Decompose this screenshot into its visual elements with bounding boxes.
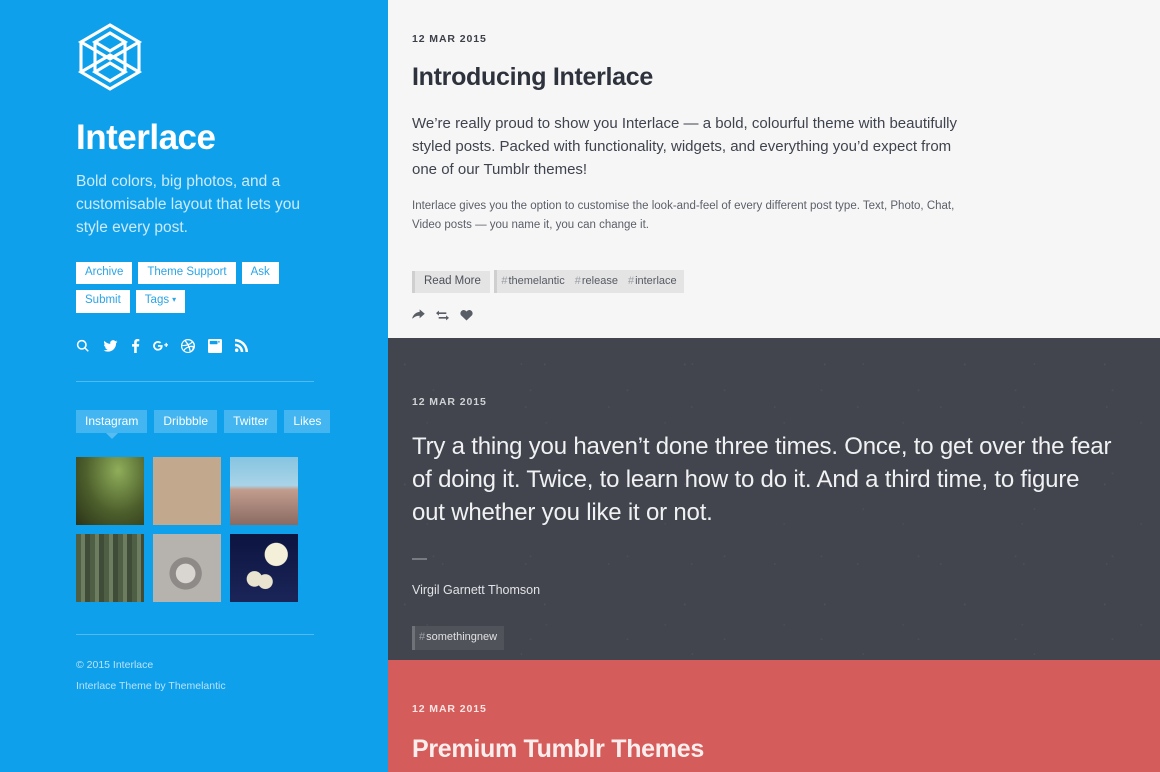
- nav-label: Archive: [85, 265, 124, 278]
- photo-thumbnail[interactable]: [230, 533, 298, 602]
- post-title[interactable]: Introducing Interlace: [412, 63, 1123, 92]
- post-actions: [412, 309, 1123, 321]
- share-icon[interactable]: [412, 309, 425, 321]
- post-date: 12 MAR 2015: [412, 703, 487, 715]
- hash-icon: #: [501, 274, 508, 287]
- sidebar-divider-top: [76, 380, 314, 382]
- theme-credit-text: Interlace Theme by Themelantic: [76, 679, 226, 692]
- tag-label: somethingnew: [426, 631, 498, 644]
- site-title: Interlace: [76, 118, 216, 157]
- facebook-icon[interactable]: [131, 338, 140, 353]
- sidebar-divider-bottom: [76, 633, 314, 635]
- tag-label: interlace: [635, 274, 677, 287]
- post-tags: #themelantic #release #interlace: [494, 269, 684, 293]
- sidebar: Interlace Bold colors, big photos, and a…: [0, 0, 388, 772]
- post-sub-paragraph: Interlace gives you the option to custom…: [412, 200, 955, 231]
- photo-thumbnail[interactable]: [76, 456, 144, 525]
- photo-thumbnail[interactable]: [76, 533, 144, 602]
- hash-icon: #: [574, 274, 581, 287]
- post-date: 12 MAR 2015: [412, 396, 487, 408]
- tab-twitter[interactable]: Twitter: [224, 409, 278, 433]
- instagram-icon[interactable]: [208, 338, 222, 353]
- nav-button-submit[interactable]: Submit: [76, 290, 130, 313]
- site-description: Bold colors, big photos, and a customisa…: [76, 172, 301, 236]
- tab-dribbble[interactable]: Dribbble: [154, 409, 218, 433]
- tag-item[interactable]: #interlace: [628, 274, 677, 288]
- post-date: 12 MAR 2015: [412, 33, 487, 45]
- reblog-icon[interactable]: [436, 310, 449, 321]
- interlace-hexagon-logo-icon: [76, 22, 144, 92]
- google-plus-icon[interactable]: [153, 339, 168, 353]
- tab-likes[interactable]: Likes: [284, 409, 331, 433]
- search-icon[interactable]: [76, 339, 90, 353]
- quote-text: Try a thing you haven’t done three times…: [412, 433, 1112, 527]
- photo-thumbnail[interactable]: [230, 456, 298, 525]
- post-quote: 12 MAR 2015 Try a thing you haven’t done…: [388, 338, 1160, 678]
- nav-label: Ask: [250, 265, 270, 278]
- tag-label: themelantic: [508, 274, 565, 287]
- tag-label: release: [581, 274, 618, 287]
- post-red: 12 MAR 2015 Premium Tumblr Themes: [388, 660, 1160, 772]
- post-lead-paragraph: We’re really proud to show you Interlace…: [412, 115, 958, 178]
- twitter-icon[interactable]: [103, 339, 118, 353]
- post-tags: #somethingnew: [412, 626, 505, 650]
- chevron-down-icon: ▾: [172, 295, 177, 305]
- copyright-text: © 2015 Interlace: [76, 658, 154, 671]
- tag-item[interactable]: #release: [575, 274, 618, 288]
- rss-icon[interactable]: [235, 339, 248, 353]
- sidebar-footer: © 2015 Interlace Interlace Theme by Them…: [76, 655, 314, 697]
- quote-source: Virgil Garnett Thomson: [412, 583, 541, 598]
- social-links: [76, 338, 314, 353]
- tab-instagram[interactable]: Instagram: [76, 409, 148, 433]
- nav-button-theme-support[interactable]: Theme Support: [138, 261, 236, 285]
- widget-tabs: Instagram Dribbble Twitter Likes: [76, 409, 331, 433]
- nav-button-ask[interactable]: Ask: [241, 261, 279, 285]
- tag-item[interactable]: #somethingnew: [419, 630, 497, 644]
- photo-grid: [76, 456, 314, 602]
- nav-button-tags[interactable]: Tags ▾: [135, 290, 186, 313]
- nav-button-archive[interactable]: Archive: [76, 261, 133, 285]
- tag-item[interactable]: #themelantic: [501, 274, 564, 288]
- heart-icon[interactable]: [460, 309, 473, 321]
- read-more-button[interactable]: Read More: [412, 270, 490, 294]
- nav-label: Submit: [85, 294, 121, 307]
- post-title[interactable]: Premium Tumblr Themes: [412, 735, 1123, 764]
- post-text: 12 MAR 2015 Introducing Interlace We’re …: [388, 0, 1160, 338]
- post-body: We’re really proud to show you Interlace…: [412, 113, 1123, 234]
- nav-label: Tags: [144, 294, 170, 307]
- quote-dash: —: [412, 550, 427, 568]
- hash-icon: #: [419, 631, 426, 644]
- nav-label: Theme Support: [147, 265, 227, 278]
- photo-thumbnail[interactable]: [153, 456, 221, 525]
- post-feed: 12 MAR 2015 Introducing Interlace We’re …: [388, 0, 1160, 772]
- photo-thumbnail[interactable]: [153, 533, 221, 602]
- hash-icon: #: [627, 274, 635, 287]
- dribbble-icon[interactable]: [181, 338, 195, 353]
- page-root: Interlace Bold colors, big photos, and a…: [0, 0, 1160, 772]
- sidebar-nav: Archive Theme Support Ask Submit Tags ▾: [76, 261, 314, 313]
